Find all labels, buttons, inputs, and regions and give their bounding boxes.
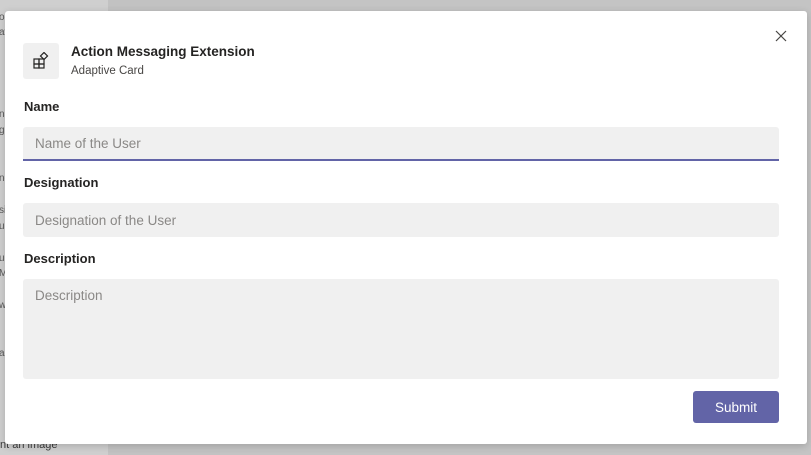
dialog-title: Action Messaging Extension [71,44,255,59]
close-icon [775,30,787,42]
name-input[interactable] [23,127,779,161]
app-icon-tile [23,43,59,79]
bg-snippet: g [0,125,5,136]
bg-snippet: o [0,12,5,23]
close-button[interactable] [773,28,789,44]
dialog-header: Action Messaging Extension Adaptive Card [23,43,255,79]
header-text: Action Messaging Extension Adaptive Card [71,43,255,79]
designation-label: Designation [24,175,99,190]
bg-snippet: a [0,348,5,359]
apps-grid-icon [33,52,49,69]
designation-input[interactable] [23,203,779,237]
dialog-subtitle: Adaptive Card [71,65,144,77]
description-label: Description [24,251,96,266]
name-label: Name [24,99,60,114]
messaging-extension-dialog: Action Messaging Extension Adaptive Card… [5,11,807,444]
submit-button[interactable]: Submit [693,391,779,423]
description-textarea[interactable] [23,279,779,379]
